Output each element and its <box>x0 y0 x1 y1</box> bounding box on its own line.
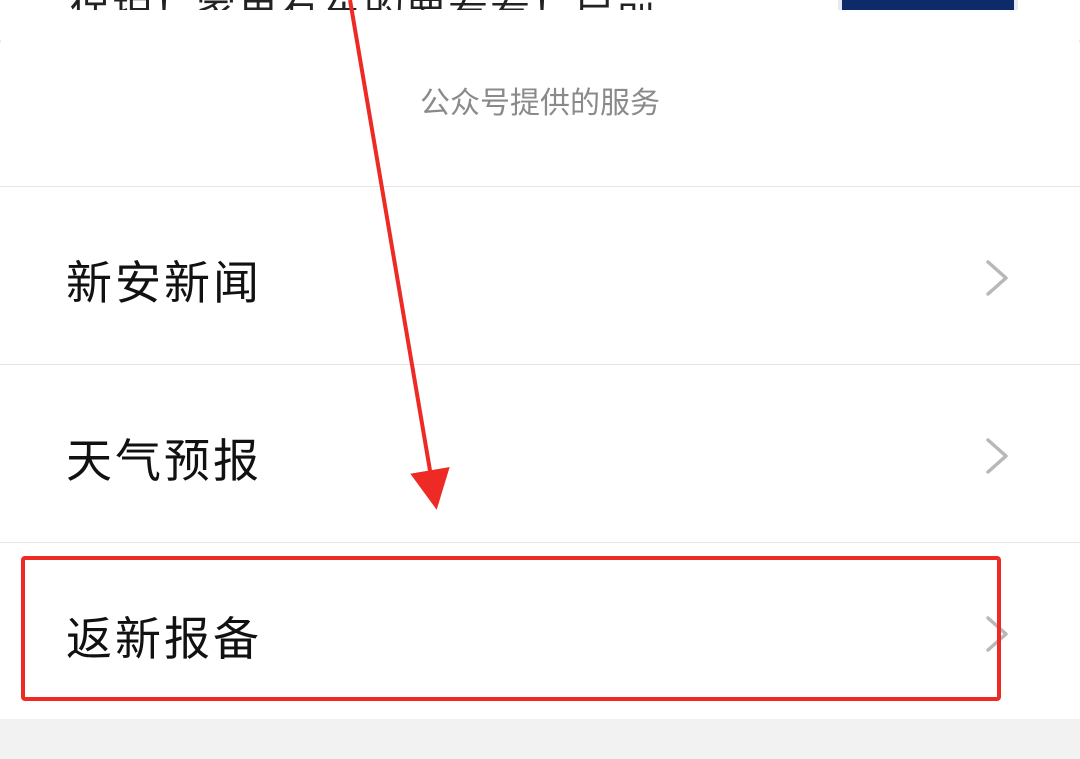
sheet-title: 公众号提供的服务 <box>420 86 660 121</box>
menu-item-xinan-news[interactable]: 新安新闻 <box>0 187 1080 365</box>
service-action-sheet: 公众号提供的服务 新安新闻 天气预报 返新报备 <box>0 10 1080 759</box>
menu-item-weather-forecast[interactable]: 天气预报 <box>0 365 1080 543</box>
sheet-header: 公众号提供的服务 <box>0 10 1080 187</box>
sheet-bottom-gap <box>0 719 1080 759</box>
menu-item-label: 天气预报 <box>66 434 262 488</box>
menu-item-label: 返新报备 <box>66 612 262 666</box>
menu-item-label: 新安新闻 <box>66 256 262 310</box>
chevron-right-icon <box>986 260 1008 296</box>
chevron-right-icon <box>986 616 1008 652</box>
menu-item-return-registration[interactable]: 返新报备 <box>0 543 1080 719</box>
chevron-right-icon <box>986 438 1008 474</box>
